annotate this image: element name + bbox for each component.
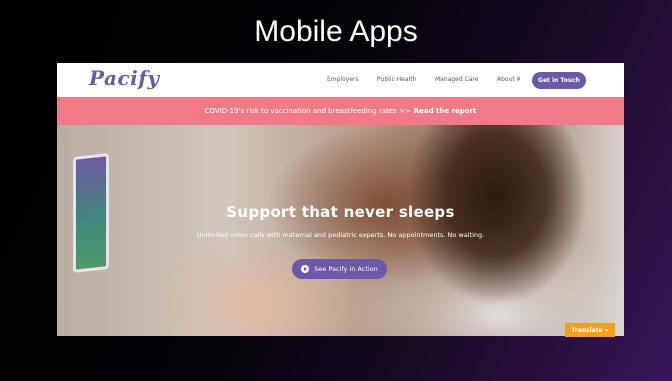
nav-managed-care[interactable]: Managed Care [435, 76, 478, 83]
site-navbar: Pacify Employers Public Health Managed C… [57, 63, 624, 97]
chevron-down-icon: ¥ [516, 76, 521, 83]
play-icon [301, 265, 310, 273]
slide-title: Mobile Apps [254, 15, 418, 48]
hero-subtitle: Unlimited video calls with maternal and … [196, 231, 485, 239]
site-logo[interactable]: Pacify [89, 66, 159, 90]
see-pacify-label: See Pacify in Action [314, 265, 378, 273]
get-in-touch-button[interactable]: Get in Touch [532, 72, 586, 89]
hero-section: Support that never sleeps Unlimited vide… [57, 125, 624, 336]
nav-public-health[interactable]: Public Health [377, 76, 416, 83]
nav-about[interactable]: About ¥ [497, 76, 521, 83]
website-screenshot: Pacify Employers Public Health Managed C… [57, 63, 624, 336]
covid-banner: COVID-19's risk to vaccination and breas… [57, 97, 624, 125]
read-report-link[interactable]: Read the report [414, 107, 477, 115]
banner-text: COVID-19's risk to vaccination and breas… [204, 107, 411, 115]
hero-title: Support that never sleeps [226, 203, 455, 221]
nav-about-label: About [497, 76, 515, 83]
nav-employers[interactable]: Employers [327, 76, 359, 83]
translate-button[interactable]: Translate » [565, 323, 615, 337]
see-pacify-button[interactable]: See Pacify in Action [292, 259, 387, 279]
